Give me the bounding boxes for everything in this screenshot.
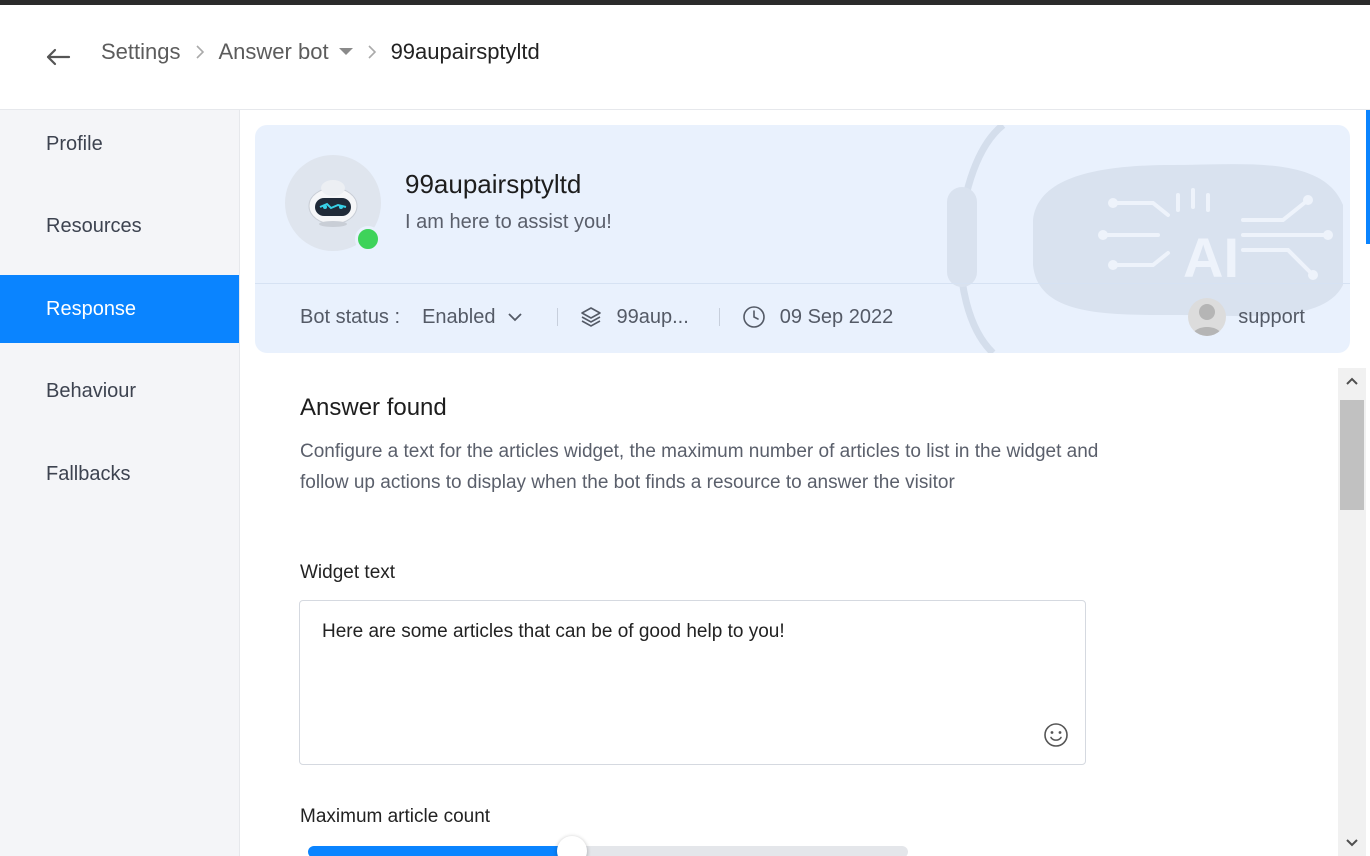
bot-owner[interactable]: support: [1188, 298, 1305, 336]
bot-owner-name: support: [1238, 305, 1305, 328]
breadcrumb-settings[interactable]: Settings: [101, 39, 181, 65]
online-status-dot: [355, 226, 381, 252]
caret-down-icon[interactable]: [338, 48, 353, 55]
bot-summary-card: AI 99aupairsptyltd I am here to assist y…: [255, 125, 1350, 353]
chevron-right-icon: [195, 45, 205, 59]
chevron-down-icon: [508, 313, 523, 322]
section-description: Configure a text for the articles widget…: [300, 441, 1099, 493]
sidebar-item-response[interactable]: Response: [0, 275, 239, 343]
breadcrumb-answer-bot[interactable]: Answer bot: [219, 39, 353, 65]
slider-handle[interactable]: [557, 836, 587, 856]
content-scrollbar[interactable]: [1338, 368, 1366, 856]
scroll-up-arrow-icon[interactable]: [1338, 368, 1366, 394]
separator: [718, 308, 720, 326]
widget-text-input[interactable]: Here are some articles that can be of go…: [299, 600, 1086, 765]
widget-text-value: Here are some articles that can be of go…: [322, 621, 785, 642]
sidebar-item-behaviour[interactable]: Behaviour: [0, 357, 239, 425]
sidebar-item-fallbacks[interactable]: Fallbacks: [0, 440, 239, 508]
user-avatar-icon: [1188, 298, 1227, 336]
settings-sidebar: Profile Resources Response Behaviour Fal…: [0, 110, 240, 856]
breadcrumb: Settings Answer bot 99aupairsptyltd: [101, 39, 540, 65]
back-arrow-icon[interactable]: [44, 43, 72, 71]
ai-chip-label: AI: [1183, 226, 1239, 289]
page-scroll-indicator: [1366, 110, 1370, 244]
layers-icon: [580, 306, 602, 328]
sidebar-item-resources[interactable]: Resources: [0, 192, 239, 260]
bot-status-value: Enabled: [422, 305, 496, 328]
page-header: Settings Answer bot 99aupairsptyltd: [0, 5, 1370, 110]
robot-icon: [308, 180, 358, 227]
bot-created-date: 09 Sep 2022: [779, 305, 894, 328]
bot-name: 99aupairsptyltd: [405, 169, 582, 199]
bot-meta-row: Bot status : Enabled 99aup... 09 Sep 202…: [300, 303, 893, 331]
breadcrumb-answer-bot-label: Answer bot: [218, 39, 329, 64]
main-content: AI 99aupairsptyltd I am here to assist y…: [240, 110, 1370, 856]
card-divider: [255, 283, 1350, 284]
chevron-right-icon: [367, 45, 377, 59]
max-article-count-label: Maximum article count: [300, 806, 491, 827]
scroll-down-arrow-icon[interactable]: [1338, 830, 1366, 856]
bot-status-label: Bot status :: [300, 305, 401, 328]
emoji-icon[interactable]: [1043, 722, 1069, 748]
slider-fill: [308, 846, 572, 856]
bot-tagline: I am here to assist you!: [405, 211, 612, 233]
sidebar-item-profile[interactable]: Profile: [0, 110, 239, 178]
section-title: Answer found: [300, 394, 447, 421]
separator: [557, 308, 559, 326]
scrollbar-thumb[interactable]: [1340, 400, 1364, 510]
max-article-count-slider[interactable]: [308, 846, 908, 856]
breadcrumb-current: 99aupairsptyltd: [390, 39, 540, 64]
bot-department[interactable]: 99aup...: [616, 306, 688, 329]
bot-status-dropdown[interactable]: Enabled: [422, 306, 523, 329]
clock-icon: [742, 305, 766, 329]
widget-text-label: Widget text: [300, 562, 396, 583]
